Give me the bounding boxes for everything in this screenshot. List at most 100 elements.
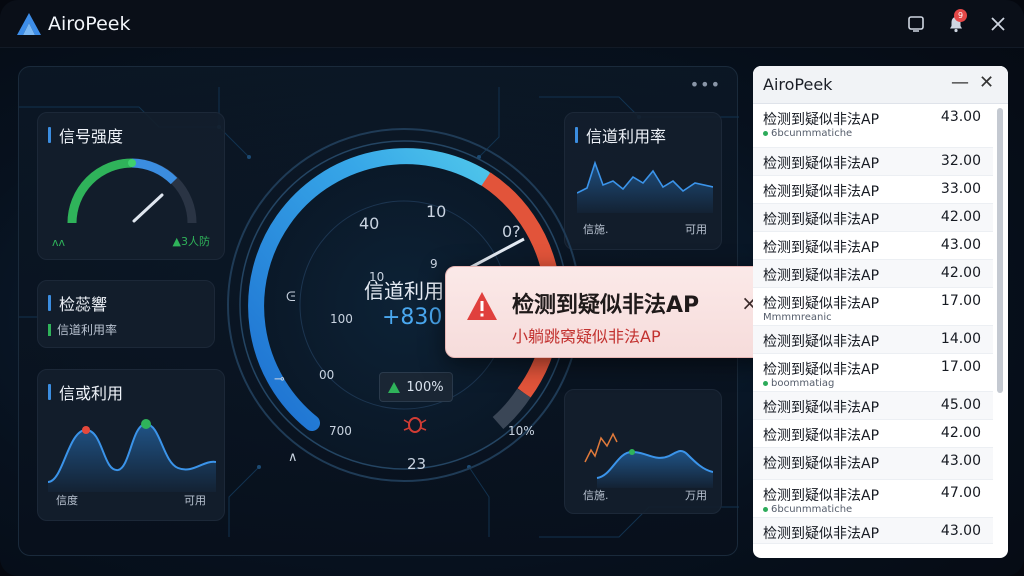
list-item-name: 检测到疑似非法AP <box>763 296 880 312</box>
signal-gauge <box>67 158 197 224</box>
scroll-thumb[interactable] <box>997 108 1003 393</box>
list-item[interactable]: 检测到疑似非法AP 42.00 <box>753 204 993 232</box>
gauge-inner-tick: 700 <box>329 424 352 438</box>
app-window: AiroPeek 9 ••• 信号强度 ʌʌ ▲3人防 检蕊響 信道利用率 信或… <box>0 0 1024 576</box>
window-button[interactable] <box>904 12 928 36</box>
notification-badge: 9 <box>954 9 967 22</box>
list-item[interactable]: 检测到疑似非法AP 17.00 boommatiag <box>753 354 993 392</box>
list-item-value: 43.00 <box>940 453 981 469</box>
list-item[interactable]: 检测到疑似非法AP 32.00 <box>753 148 993 176</box>
list-item-detail-text: 6bcunmmatiche <box>771 504 853 515</box>
list-item-name: 检测到疑似非法AP <box>763 334 880 350</box>
list-item-value: 17.00 <box>940 293 981 309</box>
list-item[interactable]: 检测到疑似非法AP 43.00 <box>753 518 993 544</box>
notifications-button[interactable]: 9 <box>944 9 968 36</box>
gauge-inner-tick: 10% <box>508 424 535 438</box>
warning-triangle-icon <box>467 292 497 320</box>
list-item-value: 47.00 <box>940 485 981 501</box>
gauge-inner-tick: 9 <box>430 257 438 271</box>
list-item-name: 检测到疑似非法AP <box>763 240 880 256</box>
gauge-tick-label: ᕮ <box>286 290 296 305</box>
alerts-list: 检测到疑似非法AP 43.00 6bcunmmatiche 检测到疑似非法AP 32.0… <box>753 104 993 558</box>
list-item[interactable]: 检测到疑似非法AP 42.00 <box>753 420 993 448</box>
airopeek-logo-icon <box>17 13 41 35</box>
rogue-ap-alert[interactable]: 检测到疑似非法AP 小躺跳窝疑似非法AP × <box>445 266 775 358</box>
spectrum-wave-chart <box>584 432 713 488</box>
list-item-value: 42.00 <box>940 425 981 441</box>
status-marker <box>48 323 51 336</box>
list-item-value: 32.00 <box>940 153 981 169</box>
usage-wave-chart <box>48 419 216 492</box>
list-item-detail: 6bcunmmatiche <box>763 128 852 139</box>
list-item[interactable]: 检测到疑似非法AP 14.00 <box>753 326 993 354</box>
list-scrollbar[interactable] <box>995 106 1005 554</box>
list-item[interactable]: 检测到疑似非法AP 17.00 Mmmmreanic <box>753 288 993 326</box>
app-title: AiroPeek <box>48 13 131 35</box>
spectrum-right-label: 万用 <box>685 489 707 502</box>
status-dot-icon <box>763 381 768 386</box>
list-item-value: 42.00 <box>940 265 981 281</box>
list-item-value: 43.00 <box>940 523 981 539</box>
alerts-list-window: AiroPeek — ✕ 检测到疑似非法AP 43.00 6bcunmmatiche… <box>753 66 1008 558</box>
list-item-name: 检测到疑似非法AP <box>763 456 880 472</box>
gauge-center-label: 信道利用 <box>364 279 444 303</box>
list-item-name: 检测到疑似非法AP <box>763 400 880 416</box>
gauge-tick-label: 0? <box>502 222 521 241</box>
detection-card: 检蕊響 信道利用率 <box>37 280 215 348</box>
list-item[interactable]: 检测到疑似非法AP 42.00 <box>753 260 993 288</box>
list-item-name: 检测到疑似非法AP <box>763 184 880 200</box>
signal-left-label: ʌʌ <box>52 236 66 249</box>
card-title: 信或利用 <box>59 384 124 403</box>
gauge-tick-label: ∧ <box>288 450 298 465</box>
list-item-value: 33.00 <box>940 181 981 197</box>
list-item-name: 检测到疑似非法AP <box>763 428 880 444</box>
more-options-button[interactable]: ••• <box>690 75 721 94</box>
bug-icon <box>403 417 427 433</box>
list-item-value: 45.00 <box>940 397 981 413</box>
spectrum-card: 信施. 万用 <box>564 389 722 514</box>
usage-card: 信或利用 信度 可用 <box>37 369 225 521</box>
list-item[interactable]: 检测到疑似非法AP 43.00 <box>753 448 993 480</box>
list-item[interactable]: 检测到疑似非法AP 47.00 6bcunmmatiche <box>753 480 993 518</box>
list-item-name: 检测到疑似非法AP <box>763 526 880 542</box>
list-item-detail: Mmmmreanic <box>763 312 832 323</box>
card-accent-bar <box>48 127 51 143</box>
channel-right-label: 可用 <box>685 223 707 236</box>
list-header: AiroPeek — ✕ <box>753 66 1008 104</box>
gauge-tick-label: 10 <box>426 202 446 221</box>
list-item[interactable]: 检测到疑似非法AP 43.00 <box>753 232 993 260</box>
card-accent-bar <box>48 295 51 311</box>
spectrum-left-label: 信施. <box>583 489 609 502</box>
list-close-button[interactable]: ✕ <box>979 72 994 93</box>
gauge-tick-label: 40 <box>359 214 379 233</box>
card-title: 检蕊響 <box>59 295 108 314</box>
list-item-detail-text: 6bcunmmatiche <box>771 128 853 139</box>
list-item-detail: 6bcunmmatiche <box>763 504 852 515</box>
list-item-name: 检测到疑似非法AP <box>763 268 880 284</box>
list-item-value: 14.00 <box>940 331 981 347</box>
gauge-bottom-value: 23 <box>407 455 427 473</box>
detection-sub: 信道利用率 <box>57 323 118 337</box>
list-item-name: 检测到疑似非法AP <box>763 112 880 128</box>
card-title: 信号强度 <box>59 127 124 146</box>
signal-strength-card: 信号强度 ʌʌ ▲3人防 <box>37 112 225 260</box>
usage-left-label: 信度 <box>56 494 78 507</box>
title-bar: AiroPeek 9 <box>0 0 1024 48</box>
list-item[interactable]: 检测到疑似非法AP 45.00 <box>753 392 993 420</box>
status-dot-icon <box>763 131 768 136</box>
list-item-name: 检测到疑似非法AP <box>763 488 880 504</box>
gauge-badge: 100% <box>379 372 453 402</box>
list-item-value: 43.00 <box>940 237 981 253</box>
list-item[interactable]: 检测到疑似非法AP 33.00 <box>753 176 993 204</box>
app-close-button[interactable] <box>986 12 1010 36</box>
close-icon <box>991 17 1005 31</box>
list-item-value: 17.00 <box>940 359 981 375</box>
gauge-badge-text: 100% <box>406 379 444 395</box>
list-item-name: 检测到疑似非法AP <box>763 156 880 172</box>
list-item-detail-text: Mmmmreanic <box>763 312 832 323</box>
list-item[interactable]: 检测到疑似非法AP 43.00 6bcunmmatiche <box>753 104 993 148</box>
usage-right-label: 可用 <box>184 494 206 507</box>
window-icon <box>908 16 924 32</box>
gauge-center-value: +830 <box>382 305 443 330</box>
list-minimize-button[interactable]: — <box>951 72 969 93</box>
